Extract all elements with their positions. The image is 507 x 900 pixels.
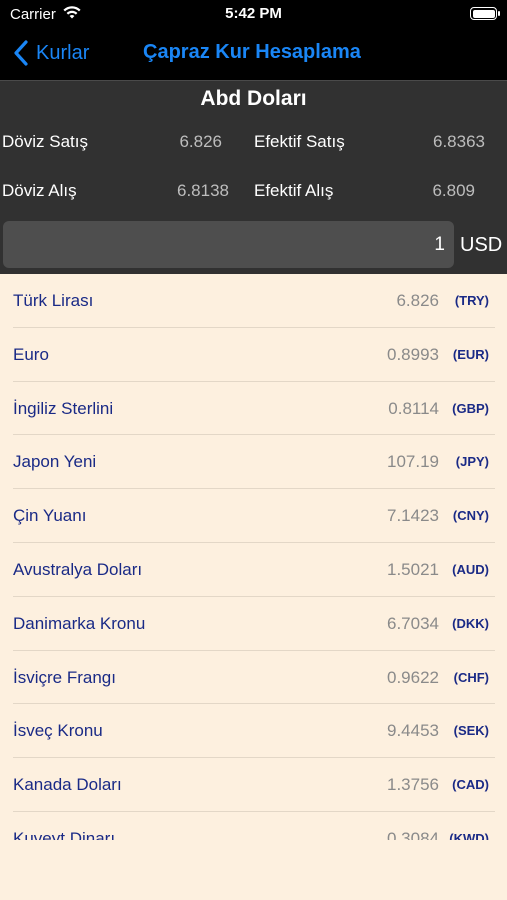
efektif-satis-value: 6.8363 bbox=[433, 132, 485, 151]
currency-name: Kanada Doları bbox=[13, 775, 122, 795]
efektif-alis-value: 6.809 bbox=[432, 181, 475, 200]
currency-name: Euro bbox=[13, 344, 49, 364]
list-item[interactable]: İngiliz Sterlini 0.8114 (GBP) bbox=[13, 382, 495, 436]
status-bar: Carrier 5:42 PM bbox=[0, 0, 507, 30]
currency-name: Çin Yuanı bbox=[13, 506, 87, 526]
list-item[interactable]: Euro 0.8993 (EUR) bbox=[13, 328, 495, 382]
currency-value: 0.3084 bbox=[387, 828, 439, 840]
currency-value: 107.19 bbox=[387, 452, 439, 472]
list-item[interactable]: Çin Yuanı 7.1423 (CNY) bbox=[13, 489, 495, 543]
list-item[interactable]: Avustralya Doları 1.5021 (AUD) bbox=[13, 543, 495, 597]
currency-code: (GBP) bbox=[452, 400, 489, 416]
currency-value: 0.9622 bbox=[387, 667, 439, 687]
back-button-label: Kurlar bbox=[36, 41, 90, 64]
currency-name: Kuveyt Dinarı bbox=[13, 828, 116, 840]
list-item[interactable]: Kuveyt Dinarı 0.3084 (KWD) bbox=[13, 812, 495, 840]
base-currency-code: USD bbox=[460, 234, 503, 256]
currency-name: Danimarka Kronu bbox=[13, 613, 146, 633]
currency-name: Türk Lirası bbox=[13, 291, 94, 310]
currency-value: 1.3756 bbox=[387, 775, 439, 795]
currency-code: (EUR) bbox=[452, 346, 489, 362]
page-title: Çapraz Kur Hesaplama bbox=[143, 41, 361, 63]
currency-code: (SEK) bbox=[453, 723, 489, 739]
navigation-bar: Kurlar Çapraz Kur Hesaplama bbox=[0, 30, 507, 78]
battery-icon bbox=[470, 7, 500, 20]
currency-code: (DKK) bbox=[452, 615, 489, 631]
currency-value: 0.8114 bbox=[388, 398, 439, 418]
doviz-alis-value: 6.8138 bbox=[177, 181, 229, 200]
currency-value: 6.826 bbox=[396, 291, 439, 310]
currency-title: Abd Doları bbox=[200, 87, 307, 110]
currency-code: (AUD) bbox=[452, 561, 489, 577]
currency-code: (JPY) bbox=[455, 454, 489, 470]
list-item[interactable]: Kanada Doları 1.3756 (CAD) bbox=[13, 758, 495, 812]
currency-name: İsveç Kronu bbox=[13, 721, 103, 741]
currency-value: 9.4453 bbox=[387, 721, 439, 741]
currency-name: İsviçre Frangı bbox=[13, 667, 116, 687]
currency-code: (TRY) bbox=[454, 293, 489, 308]
status-time: 5:42 PM bbox=[225, 5, 282, 22]
list-item[interactable]: İsviçre Frangı 0.9622 (CHF) bbox=[13, 651, 495, 705]
list-item[interactable]: Türk Lirası 6.826 (TRY) bbox=[13, 274, 495, 328]
list-item[interactable]: Danimarka Kronu 6.7034 (DKK) bbox=[13, 597, 495, 651]
rate-panel: Abd Doları Döviz Satış 6.826 Efektif Sat… bbox=[0, 80, 507, 274]
efektif-satis-label: Efektif Satış bbox=[254, 132, 345, 151]
doviz-satis-value: 6.826 bbox=[179, 132, 222, 151]
currency-value: 1.5021 bbox=[387, 559, 439, 579]
currency-code: (CHF) bbox=[453, 669, 489, 685]
efektif-alis-label: Efektif Alış bbox=[254, 181, 334, 200]
back-button[interactable]: Kurlar bbox=[12, 36, 89, 70]
amount-input[interactable]: 1 bbox=[3, 221, 454, 268]
list-item[interactable]: Japon Yeni 107.19 (JPY) bbox=[13, 435, 495, 490]
currency-name: Japon Yeni bbox=[13, 452, 97, 472]
doviz-satis-label: Döviz Satış bbox=[2, 132, 88, 151]
conversion-list: Türk Lirası 6.826 (TRY) Euro 0.8993 (EUR… bbox=[0, 274, 507, 840]
list-item[interactable]: İsveç Kronu 9.4453 (SEK) bbox=[13, 704, 495, 759]
doviz-alis-label: Döviz Alış bbox=[2, 181, 77, 200]
currency-value: 0.8993 bbox=[387, 344, 439, 364]
currency-value: 6.7034 bbox=[387, 613, 439, 633]
currency-name: İngiliz Sterlini bbox=[13, 398, 114, 418]
currency-value: 7.1423 bbox=[387, 506, 439, 526]
chevron-left-icon bbox=[14, 40, 28, 66]
currency-code: (KWD) bbox=[449, 830, 489, 840]
currency-code: (CAD) bbox=[452, 777, 489, 793]
currency-name: Avustralya Doları bbox=[13, 559, 143, 579]
currency-code: (CNY) bbox=[452, 508, 489, 524]
